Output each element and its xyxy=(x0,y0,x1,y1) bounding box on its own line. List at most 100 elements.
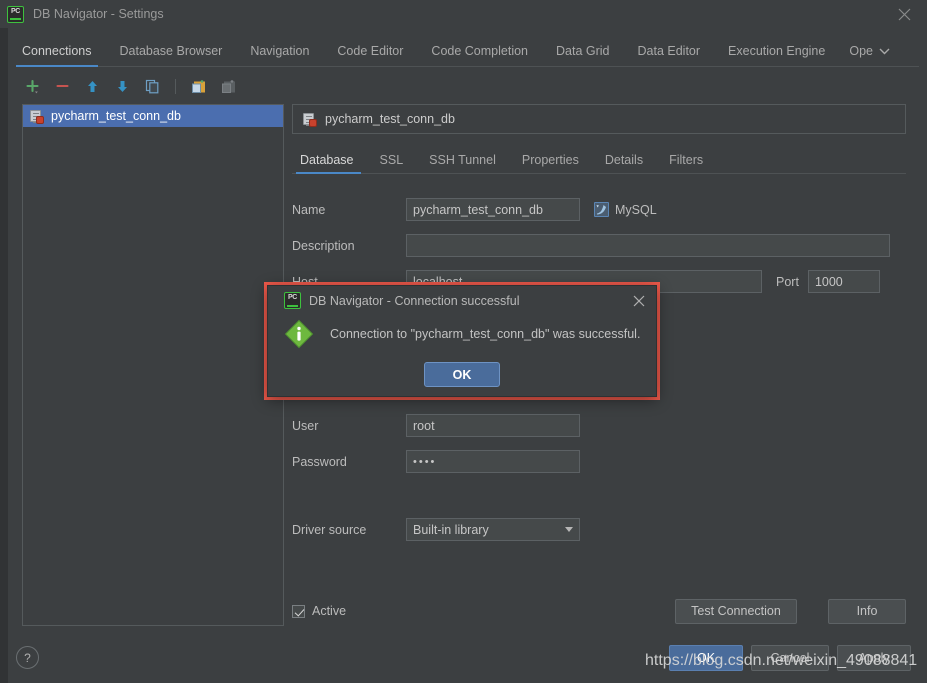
arrow-down-icon xyxy=(117,80,127,92)
tab-database-browser[interactable]: Database Browser xyxy=(106,44,237,67)
ok-button[interactable]: OK xyxy=(669,645,743,671)
form-gap xyxy=(292,486,906,518)
database-icon-badge xyxy=(309,118,317,127)
tab-label: Code Completion xyxy=(431,44,529,58)
connection-header: pycharm_test_conn_db xyxy=(292,104,906,134)
mysql-icon xyxy=(594,202,609,217)
subtab-ssl[interactable]: SSL xyxy=(367,153,417,174)
dialog-message: Connection to "pycharm_test_conn_db" was… xyxy=(330,327,641,341)
subtab-details[interactable]: Details xyxy=(592,153,656,174)
subtab-ssh-tunnel[interactable]: SSH Tunnel xyxy=(416,153,509,174)
tree-item-label: pycharm_test_conn_db xyxy=(51,109,181,123)
subtab-label: Database xyxy=(300,153,354,167)
tab-data-grid[interactable]: Data Grid xyxy=(542,44,624,67)
connection-subtab-strip: Database SSL SSH Tunnel Properties Detai… xyxy=(292,148,906,174)
database-icon xyxy=(302,112,317,127)
db-type-label: MySQL xyxy=(615,202,657,217)
close-icon xyxy=(898,8,910,20)
tab-data-editor[interactable]: Data Editor xyxy=(624,44,715,67)
form-row-name: Name pycharm_test_conn_db MySQL xyxy=(292,198,906,221)
subtab-database[interactable]: Database xyxy=(292,153,367,174)
arrow-up-icon xyxy=(87,80,97,92)
driver-source-select[interactable]: Built-in library xyxy=(406,518,580,541)
subtab-properties[interactable]: Properties xyxy=(509,153,592,174)
app-window: PC DB Navigator - Settings Connections D… xyxy=(0,0,927,683)
tab-label: Data Editor xyxy=(637,44,701,58)
active-checkbox[interactable]: Active xyxy=(292,604,346,618)
dialog-footer: OK Cancel Apply xyxy=(0,645,927,683)
dialog-title: DB Navigator - Connection successful xyxy=(309,293,520,308)
info-diamond-icon xyxy=(284,319,314,349)
driver-source-label: Driver source xyxy=(292,522,367,537)
test-connection-button[interactable]: Test Connection xyxy=(675,598,797,624)
dialog-actions: OK xyxy=(268,362,656,387)
dialog-body: Connection to "pycharm_test_conn_db" was… xyxy=(268,315,656,349)
tab-label: Execution Engine xyxy=(728,44,826,58)
pycharm-logo-text: PC xyxy=(288,294,297,301)
port-input[interactable]: 1000 xyxy=(807,270,880,293)
port-label: Port xyxy=(776,274,799,289)
dialog-close-button[interactable] xyxy=(628,290,650,312)
tab-label: Connections xyxy=(22,44,92,58)
paste-button[interactable] xyxy=(189,76,209,96)
tab-navigation[interactable]: Navigation xyxy=(236,44,323,67)
name-label: Name xyxy=(292,202,326,217)
name-input[interactable]: pycharm_test_conn_db xyxy=(406,198,580,221)
window-title: DB Navigator - Settings xyxy=(33,7,164,21)
pycharm-logo-bar xyxy=(10,18,21,20)
password-input[interactable]: •••• xyxy=(406,450,580,473)
dialog-title-bar: PC DB Navigator - Connection successful xyxy=(268,286,656,315)
add-connection-button[interactable] xyxy=(22,76,42,96)
tab-code-completion[interactable]: Code Completion xyxy=(417,44,542,67)
subtab-label: Details xyxy=(604,153,644,167)
apply-button[interactable]: Apply xyxy=(837,645,911,671)
pycharm-pc-logo-icon: PC xyxy=(7,5,24,23)
settings-tab-strip: Connections Database Browser Navigation … xyxy=(8,34,927,67)
form-row-user: User root xyxy=(292,414,906,437)
database-icon xyxy=(29,109,44,124)
user-input[interactable]: root xyxy=(406,414,580,437)
paste-icon xyxy=(192,79,205,93)
tab-label: Code Editor xyxy=(337,44,404,58)
info-button[interactable]: Info xyxy=(828,598,906,624)
move-up-button[interactable] xyxy=(82,76,102,96)
remove-connection-button[interactable] xyxy=(52,76,72,96)
title-bar: PC DB Navigator - Settings xyxy=(0,0,927,28)
connection-header-title: pycharm_test_conn_db xyxy=(325,112,455,126)
dialog-ok-button[interactable]: OK xyxy=(424,362,500,387)
copy-button[interactable] xyxy=(142,76,162,96)
connections-toolbar xyxy=(22,72,292,100)
move-down-button[interactable] xyxy=(112,76,132,96)
tab-execution-engine[interactable]: Execution Engine xyxy=(714,44,839,67)
close-icon xyxy=(633,295,645,307)
subtab-filters[interactable]: Filters xyxy=(656,153,716,174)
annotation-rectangle: PC DB Navigator - Connection successful xyxy=(264,282,660,400)
tree-item-pycharm-test-conn-db[interactable]: pycharm_test_conn_db xyxy=(23,105,283,127)
password-label: Password xyxy=(292,454,347,469)
chevron-down-icon xyxy=(879,48,890,54)
form-row-description: Description xyxy=(292,234,906,257)
tab-code-editor[interactable]: Code Editor xyxy=(323,44,417,67)
window-close-button[interactable] xyxy=(881,0,927,28)
import-icon xyxy=(222,79,235,93)
active-checkbox-label: Active xyxy=(312,604,347,618)
database-icon-badge xyxy=(36,115,44,124)
connections-tree-panel: pycharm_test_conn_db xyxy=(22,104,284,626)
window-left-edge xyxy=(0,0,8,683)
toolbar-separator xyxy=(175,78,176,94)
import-button[interactable] xyxy=(219,76,239,96)
form-row-driver-source: Driver source Built-in library xyxy=(292,518,906,541)
tab-label: Navigation xyxy=(250,44,310,58)
user-label: User xyxy=(292,418,319,433)
pycharm-pc-logo-icon: PC xyxy=(284,292,301,309)
pycharm-logo-bar xyxy=(287,304,298,307)
description-input[interactable] xyxy=(406,234,890,257)
minus-icon xyxy=(55,84,69,87)
subtab-label: SSL xyxy=(379,153,404,167)
tab-overflow-button[interactable]: Ope xyxy=(839,44,898,67)
description-label: Description xyxy=(292,238,355,253)
tab-connections[interactable]: Connections xyxy=(8,44,106,67)
subtab-label: Filters xyxy=(669,153,704,167)
cancel-button[interactable]: Cancel xyxy=(751,645,829,671)
plus-icon xyxy=(25,79,39,93)
